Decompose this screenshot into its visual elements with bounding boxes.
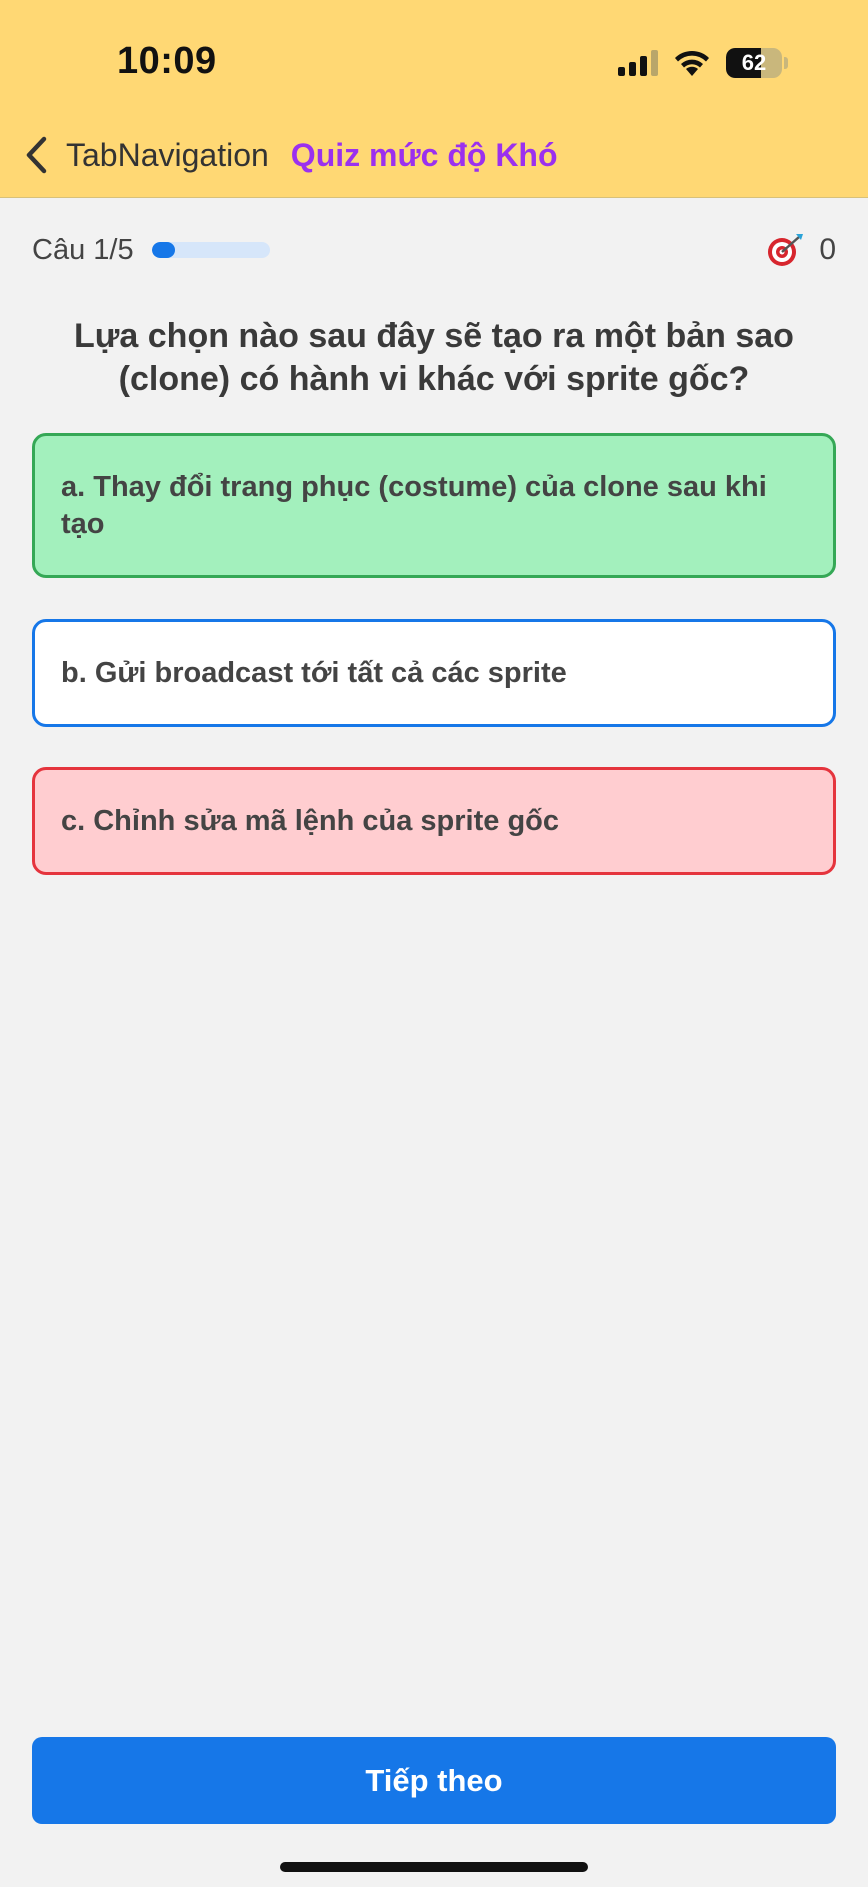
progress-row: Câu 1/5 0 <box>32 228 836 272</box>
option-c-label: c. Chỉnh sửa mã lệnh của sprite gốc <box>61 804 560 837</box>
score-value: 0 <box>819 233 836 266</box>
score: 0 <box>765 232 836 268</box>
battery-level: 62 <box>741 50 767 75</box>
page-title: Quiz mức độ Khó <box>290 136 558 173</box>
app-header: 10:09 62 TabNavigation Quiz mức độ Khó <box>0 0 868 198</box>
back-button[interactable]: TabNavigation <box>22 135 269 175</box>
status-icons: 62 <box>618 46 788 80</box>
wifi-icon <box>675 50 709 76</box>
option-a[interactable]: a. Thay đổi trang phục (costume) của clo… <box>32 433 836 578</box>
chevron-left-icon <box>26 136 47 174</box>
option-c[interactable]: c. Chỉnh sửa mã lệnh của sprite gốc <box>32 767 836 875</box>
question-text: Lựa chọn nào sau đây sẽ tạo ra một bản s… <box>74 317 794 398</box>
question-counter: Câu 1/5 <box>32 233 134 266</box>
next-button[interactable]: Tiếp theo <box>32 1737 836 1824</box>
quiz-screen: 10:09 62 TabNavigation Quiz mức độ Khó C… <box>0 0 868 1887</box>
back-label: TabNavigation <box>66 136 269 173</box>
option-b-label: b. Gửi broadcast tới tất cả các sprite <box>61 656 567 689</box>
home-indicator <box>280 1862 588 1872</box>
progress-bar <box>151 242 270 258</box>
option-a-label: a. Thay đổi trang phục (costume) của clo… <box>61 470 767 540</box>
option-b[interactable]: b. Gửi broadcast tới tất cả các sprite <box>32 619 836 727</box>
battery-icon: 62 <box>726 48 782 78</box>
cellular-signal-icon <box>618 50 658 76</box>
nav-bar: TabNavigation Quiz mức độ Khó <box>0 130 868 180</box>
target-icon <box>768 234 804 266</box>
progress-fill <box>151 242 176 258</box>
battery-tip <box>784 57 788 69</box>
status-time: 10:09 <box>117 40 217 82</box>
